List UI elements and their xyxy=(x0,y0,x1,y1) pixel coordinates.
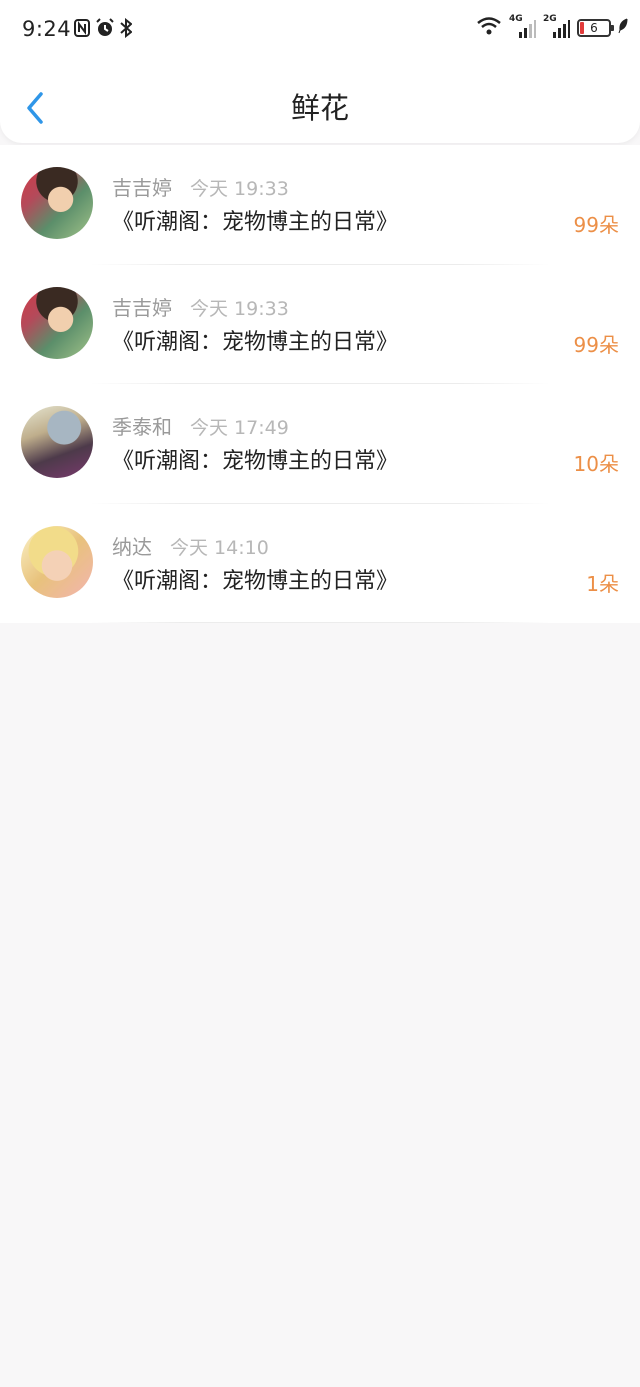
alarm-icon xyxy=(95,18,115,42)
work-title: 《听潮阁：宠物博主的日常》 xyxy=(112,329,399,355)
list-item[interactable]: 吉吉婷 今天 19:33 《听潮阁：宠物博主的日常》 99朵 xyxy=(0,265,640,384)
avatar[interactable] xyxy=(21,167,93,239)
list-item[interactable]: 纳达 今天 14:10 《听潮阁：宠物博主的日常》 1朵 xyxy=(0,504,640,623)
signal-4g-icon: 4G xyxy=(509,14,536,39)
item-time: 今天 14:10 xyxy=(170,536,269,559)
app-header: 9:24 4G 2G 6 鲜花 xyxy=(0,0,640,143)
net1-label: 4G xyxy=(509,14,523,24)
battery-icon: 6 xyxy=(577,19,614,37)
sender-name: 吉吉婷 xyxy=(112,295,172,320)
wifi-icon xyxy=(476,16,502,40)
flower-count: 1朵 xyxy=(586,571,619,596)
net2-label: 2G xyxy=(543,14,557,24)
flower-count: 10朵 xyxy=(573,452,619,476)
item-meta: 吉吉婷 今天 19:33 xyxy=(112,292,289,321)
flower-count: 99朵 xyxy=(573,332,619,357)
item-meta: 季泰和 今天 17:49 xyxy=(112,411,289,440)
item-time: 今天 17:49 xyxy=(190,417,289,439)
bluetooth-icon xyxy=(120,17,133,42)
status-time: 9:24 xyxy=(22,17,72,41)
divider xyxy=(90,622,550,623)
page-title: 鲜花 xyxy=(290,91,349,125)
item-meta: 纳达 今天 14:10 xyxy=(112,531,269,560)
leaf-icon xyxy=(618,18,628,38)
work-title: 《听潮阁：宠物博主的日常》 xyxy=(112,449,399,474)
avatar[interactable] xyxy=(21,525,93,598)
status-right-icons: 4G 2G 6 xyxy=(476,14,628,40)
status-left-icons xyxy=(74,17,133,42)
status-bar: 9:24 4G 2G 6 xyxy=(0,0,640,60)
signal-2g-icon: 2G xyxy=(543,14,570,39)
work-title: 《听潮阁：宠物博主的日常》 xyxy=(112,568,399,594)
work-title: 《听潮阁：宠物博主的日常》 xyxy=(112,210,399,235)
battery-tip xyxy=(611,25,614,31)
item-time: 今天 19:33 xyxy=(190,178,289,200)
sender-name: 纳达 xyxy=(112,534,152,559)
item-time: 今天 19:33 xyxy=(190,297,289,320)
nfc-icon xyxy=(74,19,90,41)
flower-record-list: 吉吉婷 今天 19:33 《听潮阁：宠物博主的日常》 99朵 吉吉婷 今天 19… xyxy=(0,145,640,623)
flower-count: 99朵 xyxy=(573,213,619,237)
sender-name: 季泰和 xyxy=(112,415,172,439)
item-meta: 吉吉婷 今天 19:33 xyxy=(112,172,289,201)
list-item[interactable]: 季泰和 今天 17:49 《听潮阁：宠物博主的日常》 10朵 xyxy=(0,384,640,504)
list-item[interactable]: 吉吉婷 今天 19:33 《听潮阁：宠物博主的日常》 99朵 xyxy=(0,145,640,265)
sender-name: 吉吉婷 xyxy=(112,176,172,200)
avatar[interactable] xyxy=(21,406,93,478)
battery-fill xyxy=(580,22,584,34)
battery-level: 6 xyxy=(590,21,598,35)
avatar[interactable] xyxy=(21,286,93,359)
